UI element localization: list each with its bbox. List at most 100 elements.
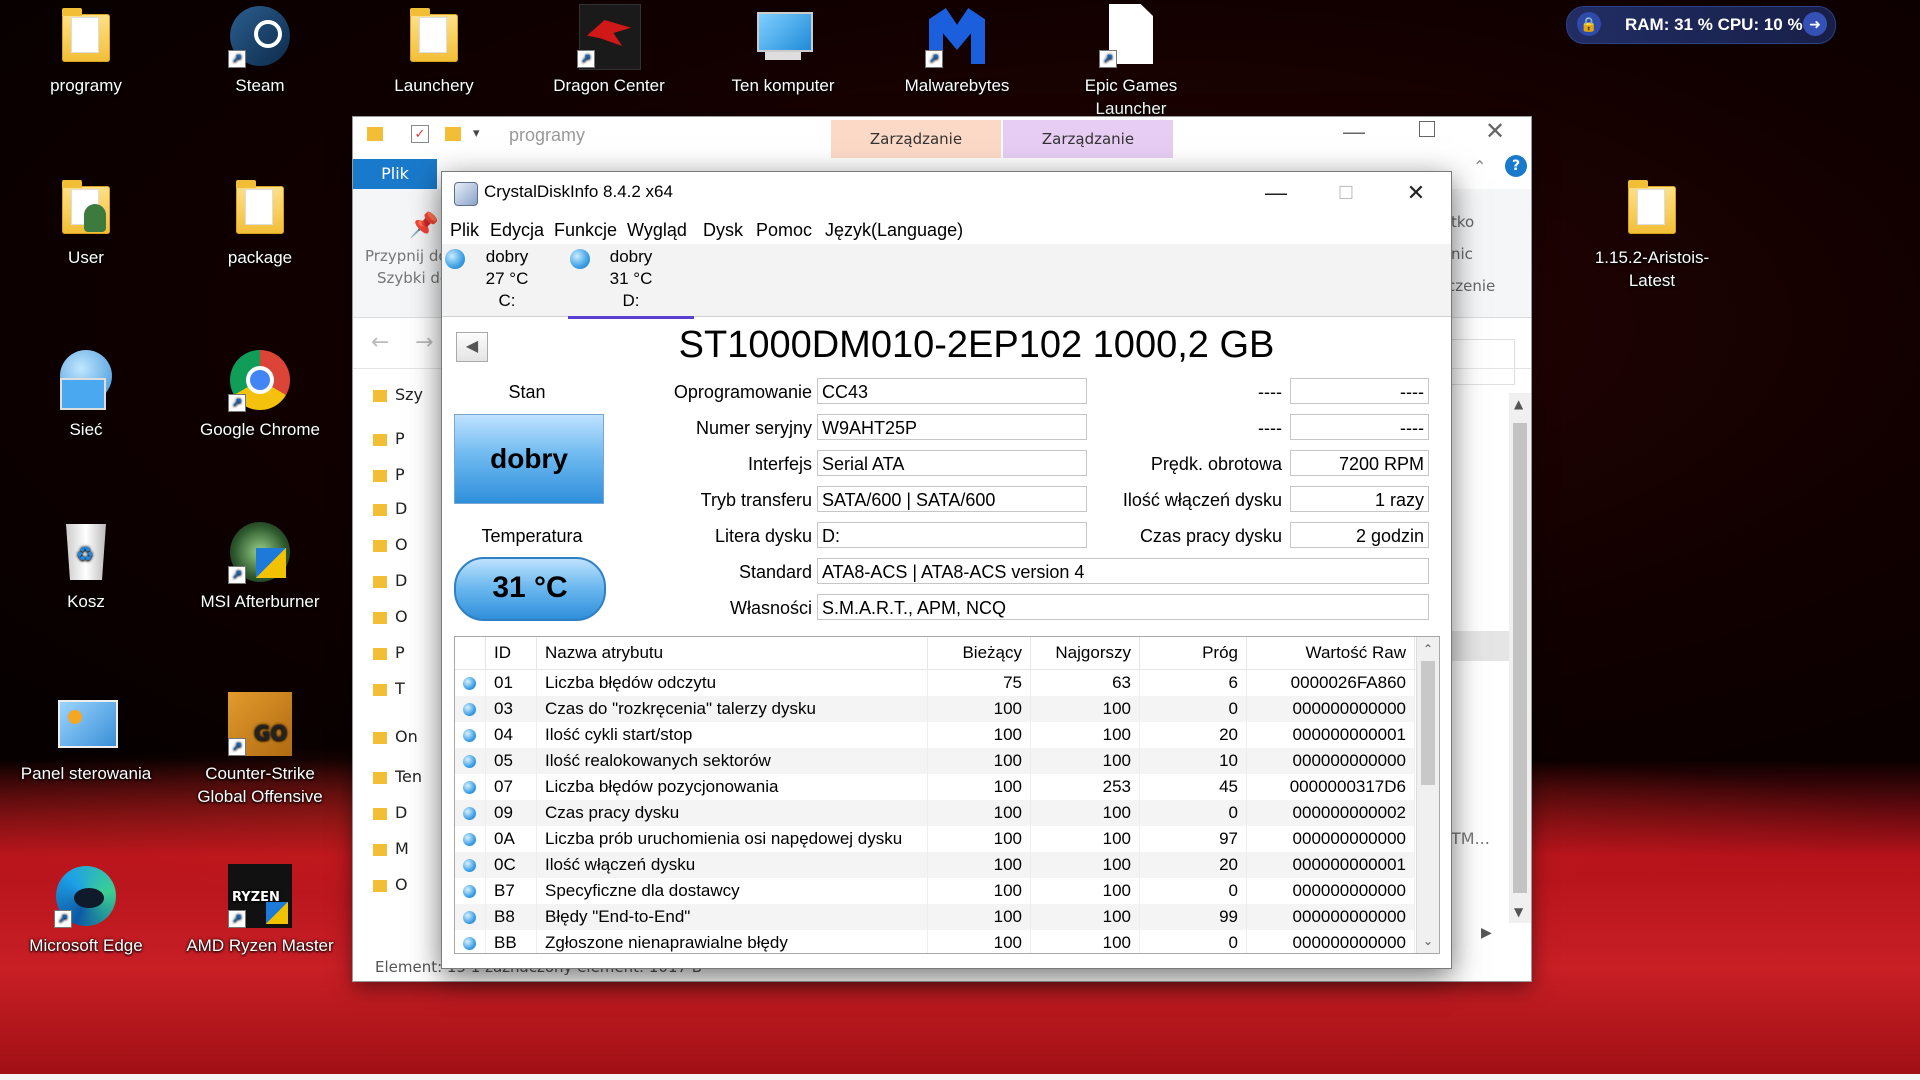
resource-monitor-widget[interactable]: 🔒 RAM: 31 % CPU: 10 % ➜ — [1566, 6, 1836, 44]
sidebar-item[interactable]: D — [373, 571, 407, 599]
table-row[interactable]: 07 Liczba błędów pozycjonowania 100 253 45 00… — [455, 774, 1415, 800]
list-item-tail[interactable]: TM... — [1451, 829, 1490, 848]
desktop-icon-google-chrome[interactable]: ↗ Google Chrome — [185, 348, 335, 441]
desktop-icon-package[interactable]: package — [185, 176, 335, 269]
menu-dysk[interactable]: Dysk — [703, 220, 743, 241]
tab-file[interactable]: Plik — [353, 159, 437, 189]
table-row[interactable]: 0A Liczba prób uruchomienia osi napędowej… — [455, 826, 1415, 852]
menu-jezyk[interactable]: Język(Language) — [825, 220, 963, 241]
arrow-right-icon[interactable]: ➜ — [1803, 12, 1827, 36]
sidebar-item[interactable]: O — [373, 607, 408, 635]
disk-tab-d[interactable]: dobry 31 °C D: — [568, 244, 694, 319]
chevron-down-icon[interactable]: ▼ — [1514, 905, 1523, 919]
forward-arrow-icon[interactable]: → — [415, 330, 433, 355]
smart-attributes-table[interactable]: ID Nazwa atrybutu Bieżący Najgorszy Próg… — [454, 636, 1440, 954]
maximize-button[interactable]: ☐ — [1311, 172, 1381, 216]
menu-plik[interactable]: Plik — [450, 220, 479, 241]
pin-label[interactable]: Przypnij do — [365, 247, 448, 265]
desktop-icon-ten-komputer[interactable]: Ten komputer — [708, 4, 858, 97]
sidebar-item[interactable]: P — [373, 465, 405, 493]
scrollbar-thumb[interactable] — [1421, 661, 1435, 785]
chevron-right-icon[interactable]: ▶ — [1481, 925, 1492, 941]
col-raw[interactable]: Wartość Raw — [1246, 637, 1415, 670]
back-arrow-icon[interactable]: ← — [371, 330, 389, 355]
search-box[interactable] — [1451, 339, 1515, 385]
row-status-cell — [455, 748, 486, 774]
table-row[interactable]: 03 Czas do "rozkręcenia" talerzy dysku 100… — [455, 696, 1415, 722]
desktop-icon-panel-sterowania[interactable]: Panel sterowania — [11, 692, 161, 785]
desktop-icon-kosz[interactable]: ♻ Kosz — [11, 520, 161, 613]
desktop-icon-user[interactable]: User — [11, 176, 161, 269]
chevron-up-icon[interactable]: ▲ — [1514, 397, 1523, 411]
menu-funkcje[interactable]: Funkcje — [554, 220, 617, 241]
desktop-icon-launchery[interactable]: Launchery — [359, 4, 509, 97]
tab-manage-2[interactable]: Zarządzanie — [1003, 120, 1173, 158]
desktop-icon-epic-games-launcher[interactable]: ↗ Epic Games Launcher — [1056, 4, 1206, 120]
table-row[interactable]: B8 Błędy "End-to-End" 100 100 99 000000000000 — [455, 904, 1415, 930]
sidebar-item[interactable]: P — [373, 643, 405, 671]
table-row[interactable]: 0C Ilość włączeń dysku 100 100 20 00000000000… — [455, 852, 1415, 878]
explorer-sidebar: Szy P P D O D O P T On Ten D M O — [353, 369, 448, 953]
col-id[interactable]: ID — [485, 637, 537, 670]
status-dot-icon — [445, 249, 465, 269]
table-row[interactable]: 01 Liczba błędów odczytu 75 63 6 0000026FA860 — [455, 669, 1415, 696]
cell-threshold: 6 — [1139, 669, 1247, 696]
table-row[interactable]: BB Zgłoszone nienaprawialne błędy 100 100 0 0… — [455, 930, 1415, 953]
scrollbar-thumb[interactable] — [1513, 423, 1527, 893]
chevron-down-icon[interactable]: ⌄ — [1417, 931, 1439, 951]
desktop-icon-amd-ryzen-master[interactable]: RYZEN ↗ AMD Ryzen Master — [185, 864, 335, 957]
sidebar-item[interactable]: M — [373, 839, 409, 867]
temperature-badge[interactable]: 31 °C — [454, 557, 606, 621]
desktop-icon-programy[interactable]: programy — [11, 4, 161, 97]
explorer-scrollbar[interactable]: ▲ ▼ — [1509, 393, 1531, 923]
col-threshold[interactable]: Próg — [1139, 637, 1247, 670]
checkbox-icon[interactable]: ✓ — [411, 125, 429, 143]
sidebar-item[interactable]: P — [373, 429, 405, 457]
col-worst[interactable]: Najgorszy — [1030, 637, 1140, 670]
chevron-up-icon[interactable]: ⌃ — [1473, 157, 1486, 176]
menu-pomoc[interactable]: Pomoc — [756, 220, 812, 241]
desktop-icon-label: Launchery — [394, 76, 474, 95]
chevron-up-icon[interactable]: ⌃ — [1417, 639, 1439, 659]
col-current[interactable]: Bieżący — [927, 637, 1031, 670]
help-icon[interactable]: ? — [1505, 155, 1527, 177]
menu-wyglad[interactable]: Wygląd — [627, 220, 687, 241]
minimize-button[interactable]: — — [1343, 119, 1365, 145]
desktop-icon-dragon-center[interactable]: ↗ Dragon Center — [534, 4, 684, 97]
crystaldiskinfo-window[interactable]: CrystalDiskInfo 8.4.2 x64 — ☐ ✕ Plik Edy… — [441, 171, 1452, 969]
dropdown-icon[interactable]: ▾ — [473, 125, 480, 141]
desktop-icon-counter-strike-global-offensive[interactable]: GO ↗ Counter-Strike Global Offensive — [185, 692, 335, 808]
pin-icon[interactable]: 📌 — [409, 211, 439, 239]
sidebar-item[interactable]: Szy — [373, 385, 423, 413]
desktop-icon-msi-afterburner[interactable]: ↗ MSI Afterburner — [185, 520, 335, 613]
sidebar-item[interactable]: D — [373, 803, 407, 831]
tab-manage-1[interactable]: Zarządzanie — [831, 120, 1001, 158]
table-row[interactable]: B7 Specyficzne dla dostawcy 100 100 0 0000000… — [455, 878, 1415, 904]
pin-label-2[interactable]: Szybki do — [377, 269, 449, 287]
desktop-icon-sie-[interactable]: Sieć — [11, 348, 161, 441]
close-button[interactable]: ✕ — [1381, 172, 1451, 216]
sidebar-item[interactable]: T — [373, 679, 405, 707]
health-status-badge[interactable]: dobry — [454, 414, 604, 504]
desktop-icon-microsoft-edge[interactable]: ↗ Microsoft Edge — [11, 864, 161, 957]
sidebar-item[interactable]: D — [373, 499, 407, 527]
table-scrollbar[interactable]: ⌃ ⌄ — [1416, 637, 1439, 953]
maximize-button[interactable] — [1419, 121, 1435, 137]
desktop-icon-1-15-2-aristois-latest[interactable]: 1.15.2-Aristois-Latest — [1577, 176, 1727, 292]
table-row[interactable]: 09 Czas pracy dysku 100 100 0 000000000002 — [455, 800, 1415, 826]
disk-tab-c[interactable]: dobry 27 °C C: — [442, 244, 562, 316]
sidebar-item[interactable]: O — [373, 875, 408, 903]
sidebar-item[interactable]: On — [373, 727, 418, 755]
cdi-titlebar[interactable]: CrystalDiskInfo 8.4.2 x64 — ☐ ✕ — [442, 172, 1451, 216]
row-status-cell — [455, 696, 486, 722]
sidebar-item[interactable]: O — [373, 535, 408, 563]
table-row[interactable]: 05 Ilość realokowanych sektorów 100 100 10 00… — [455, 748, 1415, 774]
sidebar-item[interactable]: Ten — [373, 767, 422, 795]
col-name[interactable]: Nazwa atrybutu — [536, 637, 928, 670]
desktop-icon-steam[interactable]: ↗ Steam — [185, 4, 335, 97]
desktop-icon-malwarebytes[interactable]: ↗ Malwarebytes — [882, 4, 1032, 97]
table-row[interactable]: 04 Ilość cykli start/stop 100 100 20 00000000… — [455, 722, 1415, 748]
close-button[interactable]: ✕ — [1485, 117, 1505, 146]
minimize-button[interactable]: — — [1241, 172, 1311, 216]
menu-edycja[interactable]: Edycja — [490, 220, 544, 241]
